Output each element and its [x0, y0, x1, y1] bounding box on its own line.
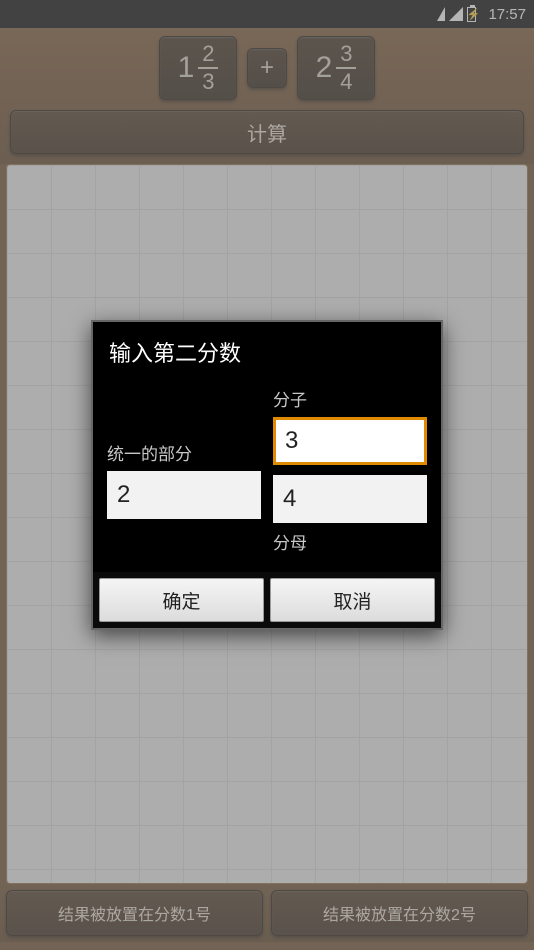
- denominator-label: 分母: [273, 529, 427, 554]
- denominator-input[interactable]: [273, 475, 427, 523]
- whole-input[interactable]: [107, 471, 261, 519]
- numerator-input[interactable]: [273, 417, 427, 465]
- dialog-title: 输入第二分数: [93, 322, 441, 378]
- input-fraction-dialog: 输入第二分数 统一的部分 分子 分母 确定 取消: [91, 320, 443, 630]
- modal-overlay[interactable]: 输入第二分数 统一的部分 分子 分母 确定 取消: [0, 0, 534, 950]
- cancel-button[interactable]: 取消: [270, 578, 435, 622]
- whole-label: 统一的部分: [107, 440, 261, 465]
- cancel-label: 取消: [333, 587, 371, 614]
- numerator-label: 分子: [273, 386, 427, 411]
- ok-label: 确定: [162, 587, 200, 614]
- ok-button[interactable]: 确定: [99, 578, 264, 622]
